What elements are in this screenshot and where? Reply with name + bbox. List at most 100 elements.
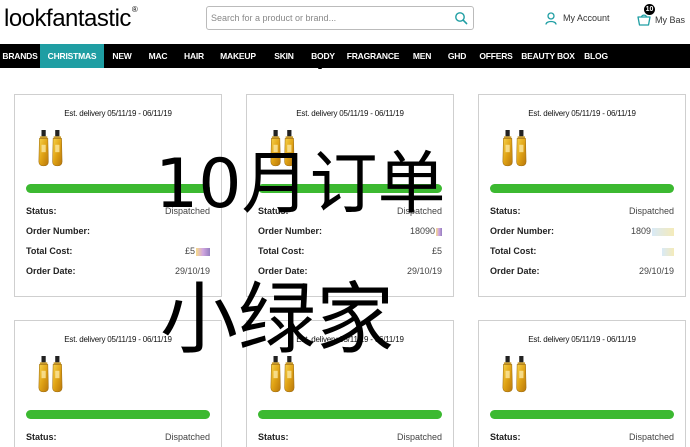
progress-bar <box>490 410 674 419</box>
order-number-label: Order Number: <box>26 226 91 236</box>
status-row: Status: Dispatched <box>258 431 442 443</box>
status-value: Dispatched <box>396 432 442 442</box>
status-label: Status: <box>490 432 521 442</box>
total-cost-value: £5 <box>431 246 442 256</box>
order-date-label: Order Date: <box>490 266 540 276</box>
hair-oil-bottles-icon <box>38 356 63 393</box>
nav-item-makeup[interactable]: MAKEUP <box>212 44 264 68</box>
total-cost-row: Total Cost: £5 <box>26 245 210 257</box>
order-card[interactable]: Est. delivery 05/11/19 - 06/11/19 Status… <box>14 320 222 447</box>
status-label: Status: <box>26 432 57 442</box>
redaction-blur <box>436 227 442 236</box>
status-row: Status: Dispatched <box>490 205 674 217</box>
status-value: Dispatched <box>396 206 442 216</box>
nav-item-ghd[interactable]: GHD <box>440 44 474 68</box>
nav-item-mac[interactable]: MAC <box>140 44 176 68</box>
progress-bar <box>26 184 210 193</box>
total-cost-label: Total Cost: <box>26 246 73 256</box>
status-row: Status: Dispatched <box>26 205 210 217</box>
basket-icon <box>637 14 651 26</box>
nav-item-offers[interactable]: OFFERS <box>474 44 518 68</box>
basket-label: My Bas <box>655 15 686 25</box>
total-cost-label: Total Cost: <box>258 246 305 256</box>
delivery-estimate: Est. delivery 05/11/19 - 06/11/19 <box>528 335 636 344</box>
search-input[interactable] <box>211 10 451 26</box>
hair-oil-bottles-icon <box>502 356 527 393</box>
nav-item-blog[interactable]: BLOG <box>578 44 614 68</box>
order-number-label: Order Number: <box>258 226 323 236</box>
order-date-label: Order Date: <box>26 266 76 276</box>
nav-item-new[interactable]: NEW <box>104 44 140 68</box>
order-number-value[interactable]: 18090 <box>410 226 435 236</box>
heading-fragment <box>318 66 322 69</box>
hair-oil-bottles-icon <box>270 356 295 393</box>
order-number-row: Order Number: 18090 <box>258 225 442 237</box>
progress-bar <box>490 184 674 193</box>
status-row: Status: Dispatched <box>258 205 442 217</box>
status-value: Dispatched <box>164 206 210 216</box>
status-row: Status: Dispatched <box>490 431 674 443</box>
order-date-value: 29/10/19 <box>174 266 210 276</box>
account-label: My Account <box>563 13 610 23</box>
order-card[interactable]: Est. delivery 05/11/19 - 06/11/19 Status… <box>478 94 686 297</box>
order-number-label: Order Number: <box>490 226 555 236</box>
nav-item-body[interactable]: BODY <box>304 44 342 68</box>
hair-oil-bottles-icon <box>502 130 527 167</box>
status-label: Status: <box>490 206 521 216</box>
nav-item-christmas[interactable]: CHRISTMAS <box>40 44 104 68</box>
hair-oil-bottles-icon <box>38 130 63 167</box>
order-date-row: Order Date: 29/10/19 <box>26 265 210 277</box>
status-value: Dispatched <box>628 432 674 442</box>
nav-item-skin[interactable]: SKIN <box>264 44 304 68</box>
order-card[interactable]: Est. delivery 05/11/19 - 06/11/19 Status… <box>478 320 686 447</box>
logo-registered-mark: ® <box>131 5 138 14</box>
logo-text: lookfantastic <box>4 5 131 32</box>
order-card[interactable]: Est. delivery 05/11/19 - 06/11/19 Status… <box>14 94 222 297</box>
progress-bar <box>258 410 442 419</box>
total-cost-row: Total Cost: £5 <box>258 245 442 257</box>
order-date-value: 29/10/19 <box>638 266 674 276</box>
order-card[interactable]: Est. delivery 05/11/19 - 06/11/19 Status… <box>246 94 454 297</box>
nav-item-men[interactable]: MEN <box>404 44 440 68</box>
delivery-estimate: Est. delivery 05/11/19 - 06/11/19 <box>64 335 172 344</box>
total-cost-row: Total Cost: <box>490 245 674 257</box>
status-value: Dispatched <box>628 206 674 216</box>
delivery-estimate: Est. delivery 05/11/19 - 06/11/19 <box>296 335 404 344</box>
status-label: Status: <box>258 206 289 216</box>
hair-oil-bottles-icon <box>270 130 295 167</box>
redaction-blur <box>652 227 674 236</box>
status-value: Dispatched <box>164 432 210 442</box>
order-number-row: Order Number: 1809 <box>490 225 674 237</box>
delivery-estimate: Est. delivery 05/11/19 - 06/11/19 <box>64 109 172 118</box>
nav-item-brands[interactable]: BRANDS <box>0 44 40 68</box>
status-label: Status: <box>26 206 57 216</box>
order-card[interactable]: Est. delivery 05/11/19 - 06/11/19 Status… <box>246 320 454 447</box>
status-row: Status: Dispatched <box>26 431 210 443</box>
order-number-row: Order Number: <box>26 225 210 237</box>
progress-bar <box>258 184 442 193</box>
redaction-blur <box>196 247 210 256</box>
order-date-row: Order Date: 29/10/19 <box>258 265 442 277</box>
nav-item-hair[interactable]: HAIR <box>176 44 212 68</box>
user-icon <box>545 11 557 25</box>
main-nav: BRANDS CHRISTMAS NEW MAC HAIR MAKEUP SKI… <box>0 44 690 68</box>
site-header: lookfantastic® My Account 10 My Bas <box>0 0 690 44</box>
search-box <box>206 6 474 30</box>
nav-item-beauty-box[interactable]: BEAUTY BOX <box>518 44 578 68</box>
delivery-estimate: Est. delivery 05/11/19 - 06/11/19 <box>528 109 636 118</box>
account-link[interactable]: My Account <box>545 10 610 26</box>
basket-link[interactable]: 10 My Bas <box>637 4 686 28</box>
basket-count-badge: 10 <box>644 4 655 15</box>
order-date-row: Order Date: 29/10/19 <box>490 265 674 277</box>
order-number-value[interactable]: 1809 <box>631 226 651 236</box>
nav-item-fragrance[interactable]: FRAGRANCE <box>342 44 404 68</box>
search-icon[interactable] <box>454 11 468 25</box>
order-date-label: Order Date: <box>258 266 308 276</box>
total-cost-label: Total Cost: <box>490 246 537 256</box>
brand-logo[interactable]: lookfantastic® <box>4 5 138 33</box>
total-cost-value: £5 <box>184 246 195 256</box>
order-date-value: 29/10/19 <box>406 266 442 276</box>
delivery-estimate: Est. delivery 05/11/19 - 06/11/19 <box>296 109 404 118</box>
status-label: Status: <box>258 432 289 442</box>
redaction-blur <box>662 247 674 256</box>
